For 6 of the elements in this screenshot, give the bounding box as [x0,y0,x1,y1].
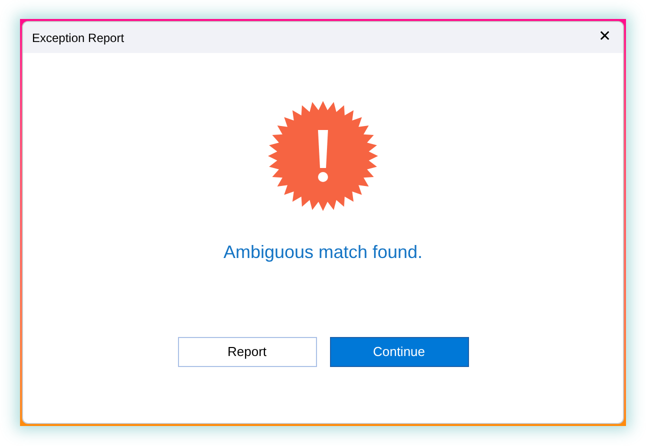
report-button[interactable]: Report [178,337,316,367]
alert-icon [267,100,379,212]
message-text: Ambiguous match found. [223,241,423,264]
window-title: Exception Report [32,30,124,46]
continue-button[interactable]: Continue [330,337,468,367]
close-button[interactable]: ✕ [593,26,617,50]
